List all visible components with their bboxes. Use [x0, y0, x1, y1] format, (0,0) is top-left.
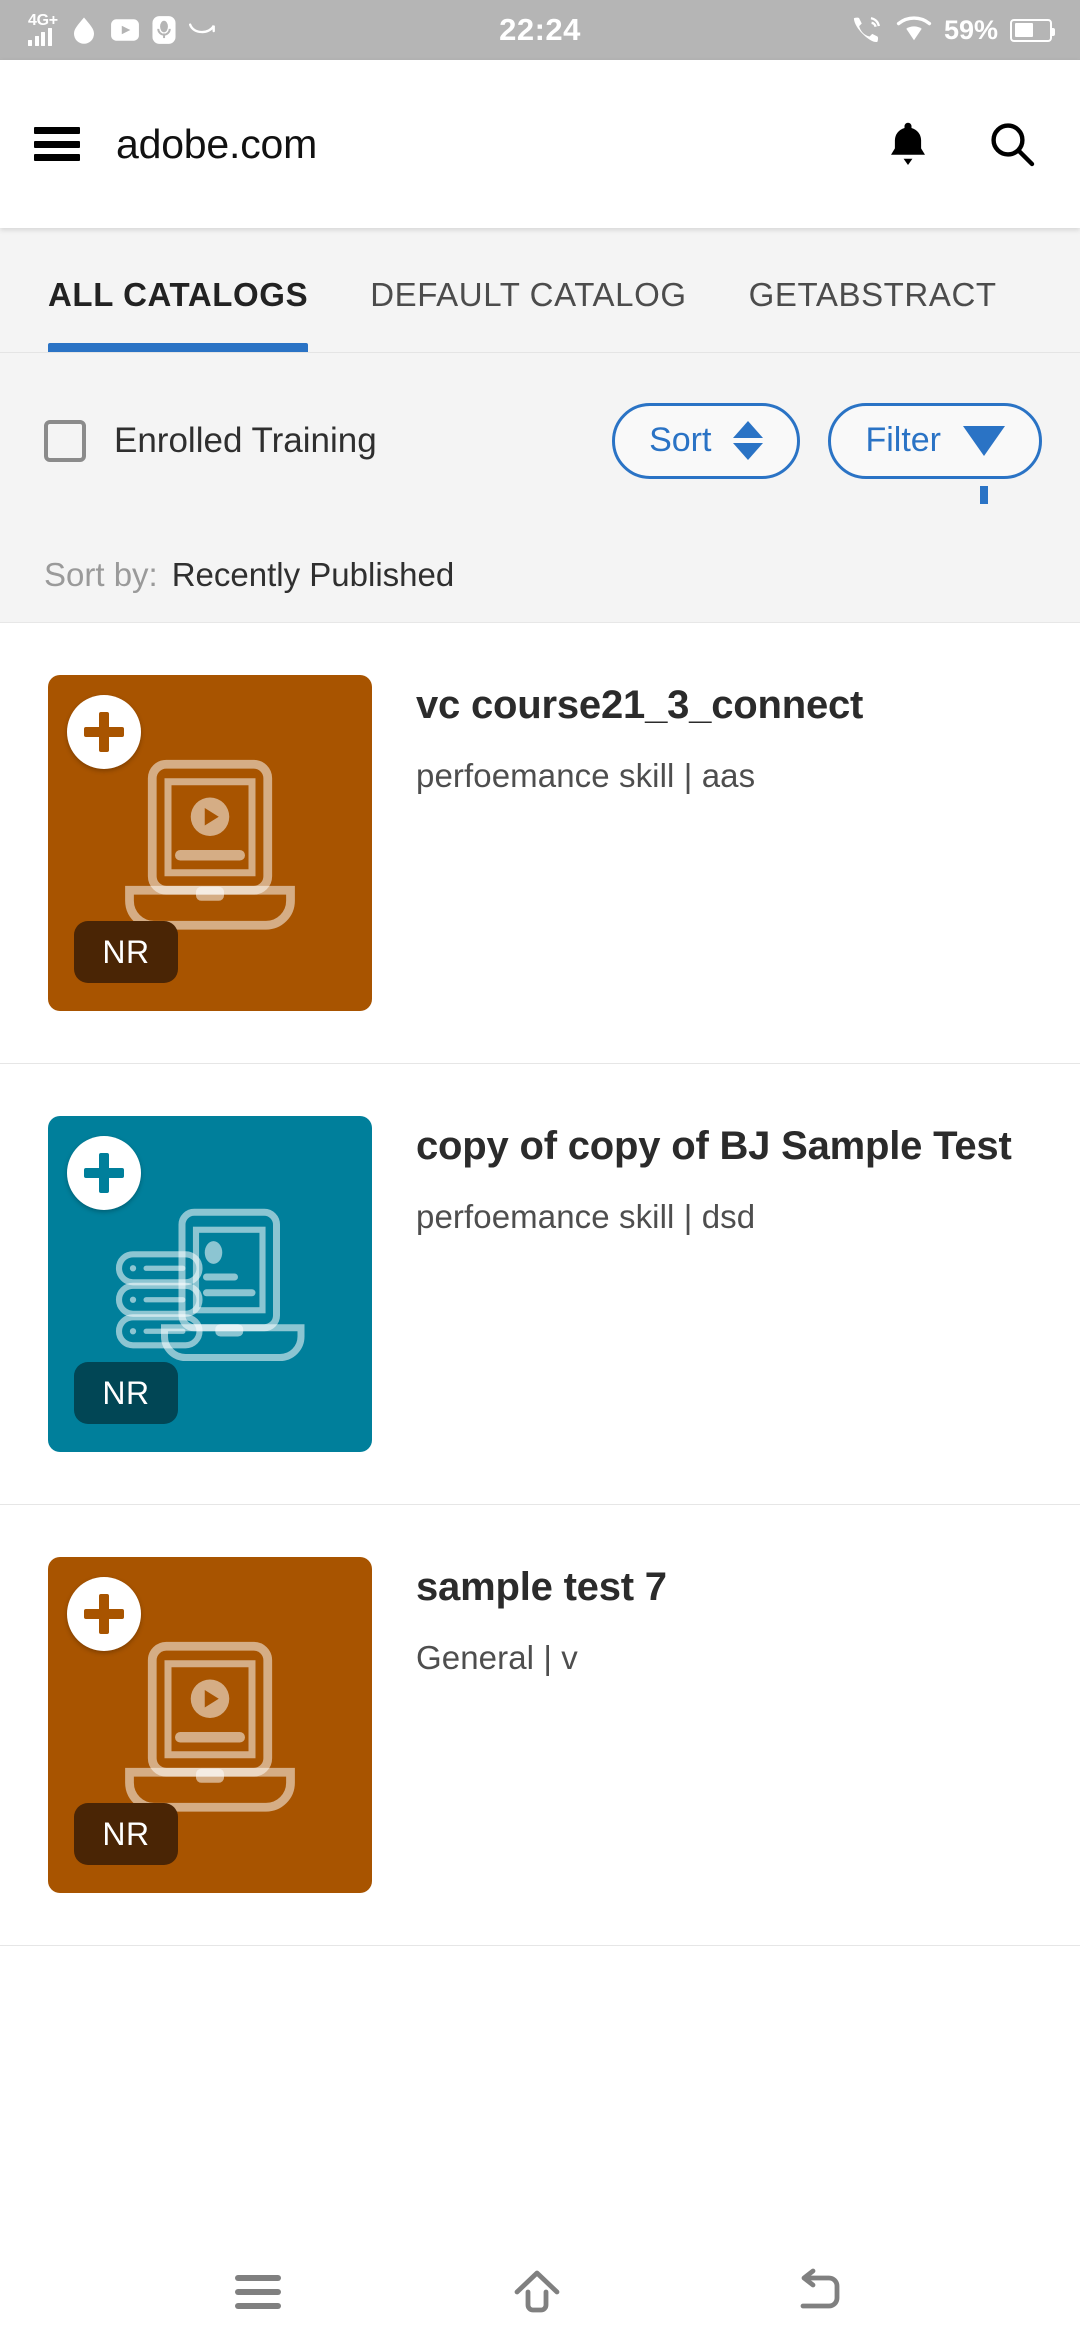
sort-button[interactable]: Sort: [612, 402, 801, 479]
course-meta: perfoemance skill | dsd: [416, 1198, 756, 1235]
course-meta: General | v: [416, 1639, 578, 1676]
bell-icon[interactable]: [884, 120, 932, 168]
sort-by-value[interactable]: Recently Published: [172, 556, 455, 594]
course-info: vc course21_3_connect perfoemance skill …: [372, 675, 1040, 795]
status-bar: 4G+ 22:24 59%: [0, 0, 1080, 60]
voice-recorder-icon: [152, 16, 176, 44]
course-thumbnail[interactable]: NR: [48, 1116, 372, 1452]
list-item[interactable]: NR sample test 7 General | v: [0, 1505, 1080, 1946]
home-icon[interactable]: [511, 2266, 563, 2318]
arrow-curve-icon: [188, 23, 215, 34]
browser-header: adobe.com: [0, 60, 1080, 228]
tab-getabstract[interactable]: GETABSTRACT: [749, 228, 997, 352]
status-badge: NR: [74, 921, 178, 983]
plus-icon: [84, 712, 124, 752]
course-info: copy of copy of BJ Sample Test perfoeman…: [372, 1116, 1040, 1236]
add-to-list-button[interactable]: [67, 695, 141, 769]
plus-icon: [84, 1153, 124, 1193]
android-nav-bar: [0, 2244, 1080, 2340]
course-meta: perfoemance skill | aas: [416, 757, 756, 794]
catalog-tabs[interactable]: ALL CATALOGS DEFAULT CATALOG GETABSTRACT: [0, 228, 1080, 353]
battery-icon: [1010, 18, 1055, 42]
search-icon[interactable]: [988, 120, 1036, 168]
course-info: sample test 7 General | v: [372, 1557, 1040, 1677]
url-label[interactable]: adobe.com: [116, 121, 317, 168]
laptop-video-icon: [125, 1641, 295, 1812]
add-to-list-button[interactable]: [67, 1136, 141, 1210]
drop-icon: [73, 17, 94, 44]
tab-all-catalogs[interactable]: ALL CATALOGS: [48, 228, 309, 352]
back-icon[interactable]: [793, 2266, 845, 2318]
status-bar-right-icons: 59%: [850, 14, 1055, 46]
status-bar-left-icons: 4G+: [28, 13, 218, 46]
add-to-list-button[interactable]: [67, 1577, 141, 1651]
status-badge: NR: [74, 1803, 178, 1865]
sort-button-label: Sort: [649, 421, 712, 459]
phone-screen: 4G+ 22:24 59% adobe.com ALL CATALOGS DEF…: [0, 0, 1080, 2340]
signal-4g-plus-icon: 4G+: [28, 13, 58, 46]
enrolled-training-toggle[interactable]: Enrolled Training: [44, 419, 377, 462]
course-title[interactable]: vc course21_3_connect: [416, 679, 1040, 731]
list-item[interactable]: NR copy of copy of BJ Sample Test perfoe…: [0, 1064, 1080, 1505]
course-thumbnail[interactable]: NR: [48, 675, 372, 1011]
filter-button-label: Filter: [865, 421, 941, 459]
course-thumbnail[interactable]: NR: [48, 1557, 372, 1893]
filter-bar: Enrolled Training Sort Filter: [0, 353, 1080, 528]
enrolled-training-label: Enrolled Training: [114, 420, 377, 460]
sort-by-row: Sort by: Recently Published: [0, 528, 1080, 623]
signal-bars-icon: [28, 27, 52, 46]
funnel-icon: [963, 425, 1005, 504]
header-actions: [884, 120, 1036, 168]
sort-by-label: Sort by:: [44, 556, 158, 593]
plus-icon: [84, 1594, 124, 1634]
wifi-icon: [896, 16, 932, 41]
youtube-icon: [110, 19, 139, 41]
tab-default-catalog[interactable]: DEFAULT CATALOG: [370, 228, 686, 352]
sort-filter-buttons: Sort Filter: [612, 402, 1042, 504]
status-badge: NR: [74, 1362, 178, 1424]
phone-wifi-calling-icon: [853, 17, 880, 43]
filter-button[interactable]: Filter: [828, 402, 1042, 504]
course-title[interactable]: copy of copy of BJ Sample Test: [416, 1120, 1040, 1172]
course-list: NR vc course21_3_connect perfoemance ski…: [0, 623, 1080, 2244]
hamburger-menu-icon[interactable]: [34, 127, 80, 161]
list-item[interactable]: NR vc course21_3_connect perfoemance ski…: [0, 623, 1080, 1064]
recents-icon[interactable]: [235, 2275, 281, 2309]
laptop-video-icon: [125, 759, 295, 930]
enrolled-training-checkbox[interactable]: [44, 419, 86, 462]
books-laptop-icon: [115, 1208, 305, 1361]
sort-arrows-icon: [733, 421, 764, 460]
course-title[interactable]: sample test 7: [416, 1561, 1040, 1613]
battery-percent-label: 59%: [943, 14, 998, 45]
